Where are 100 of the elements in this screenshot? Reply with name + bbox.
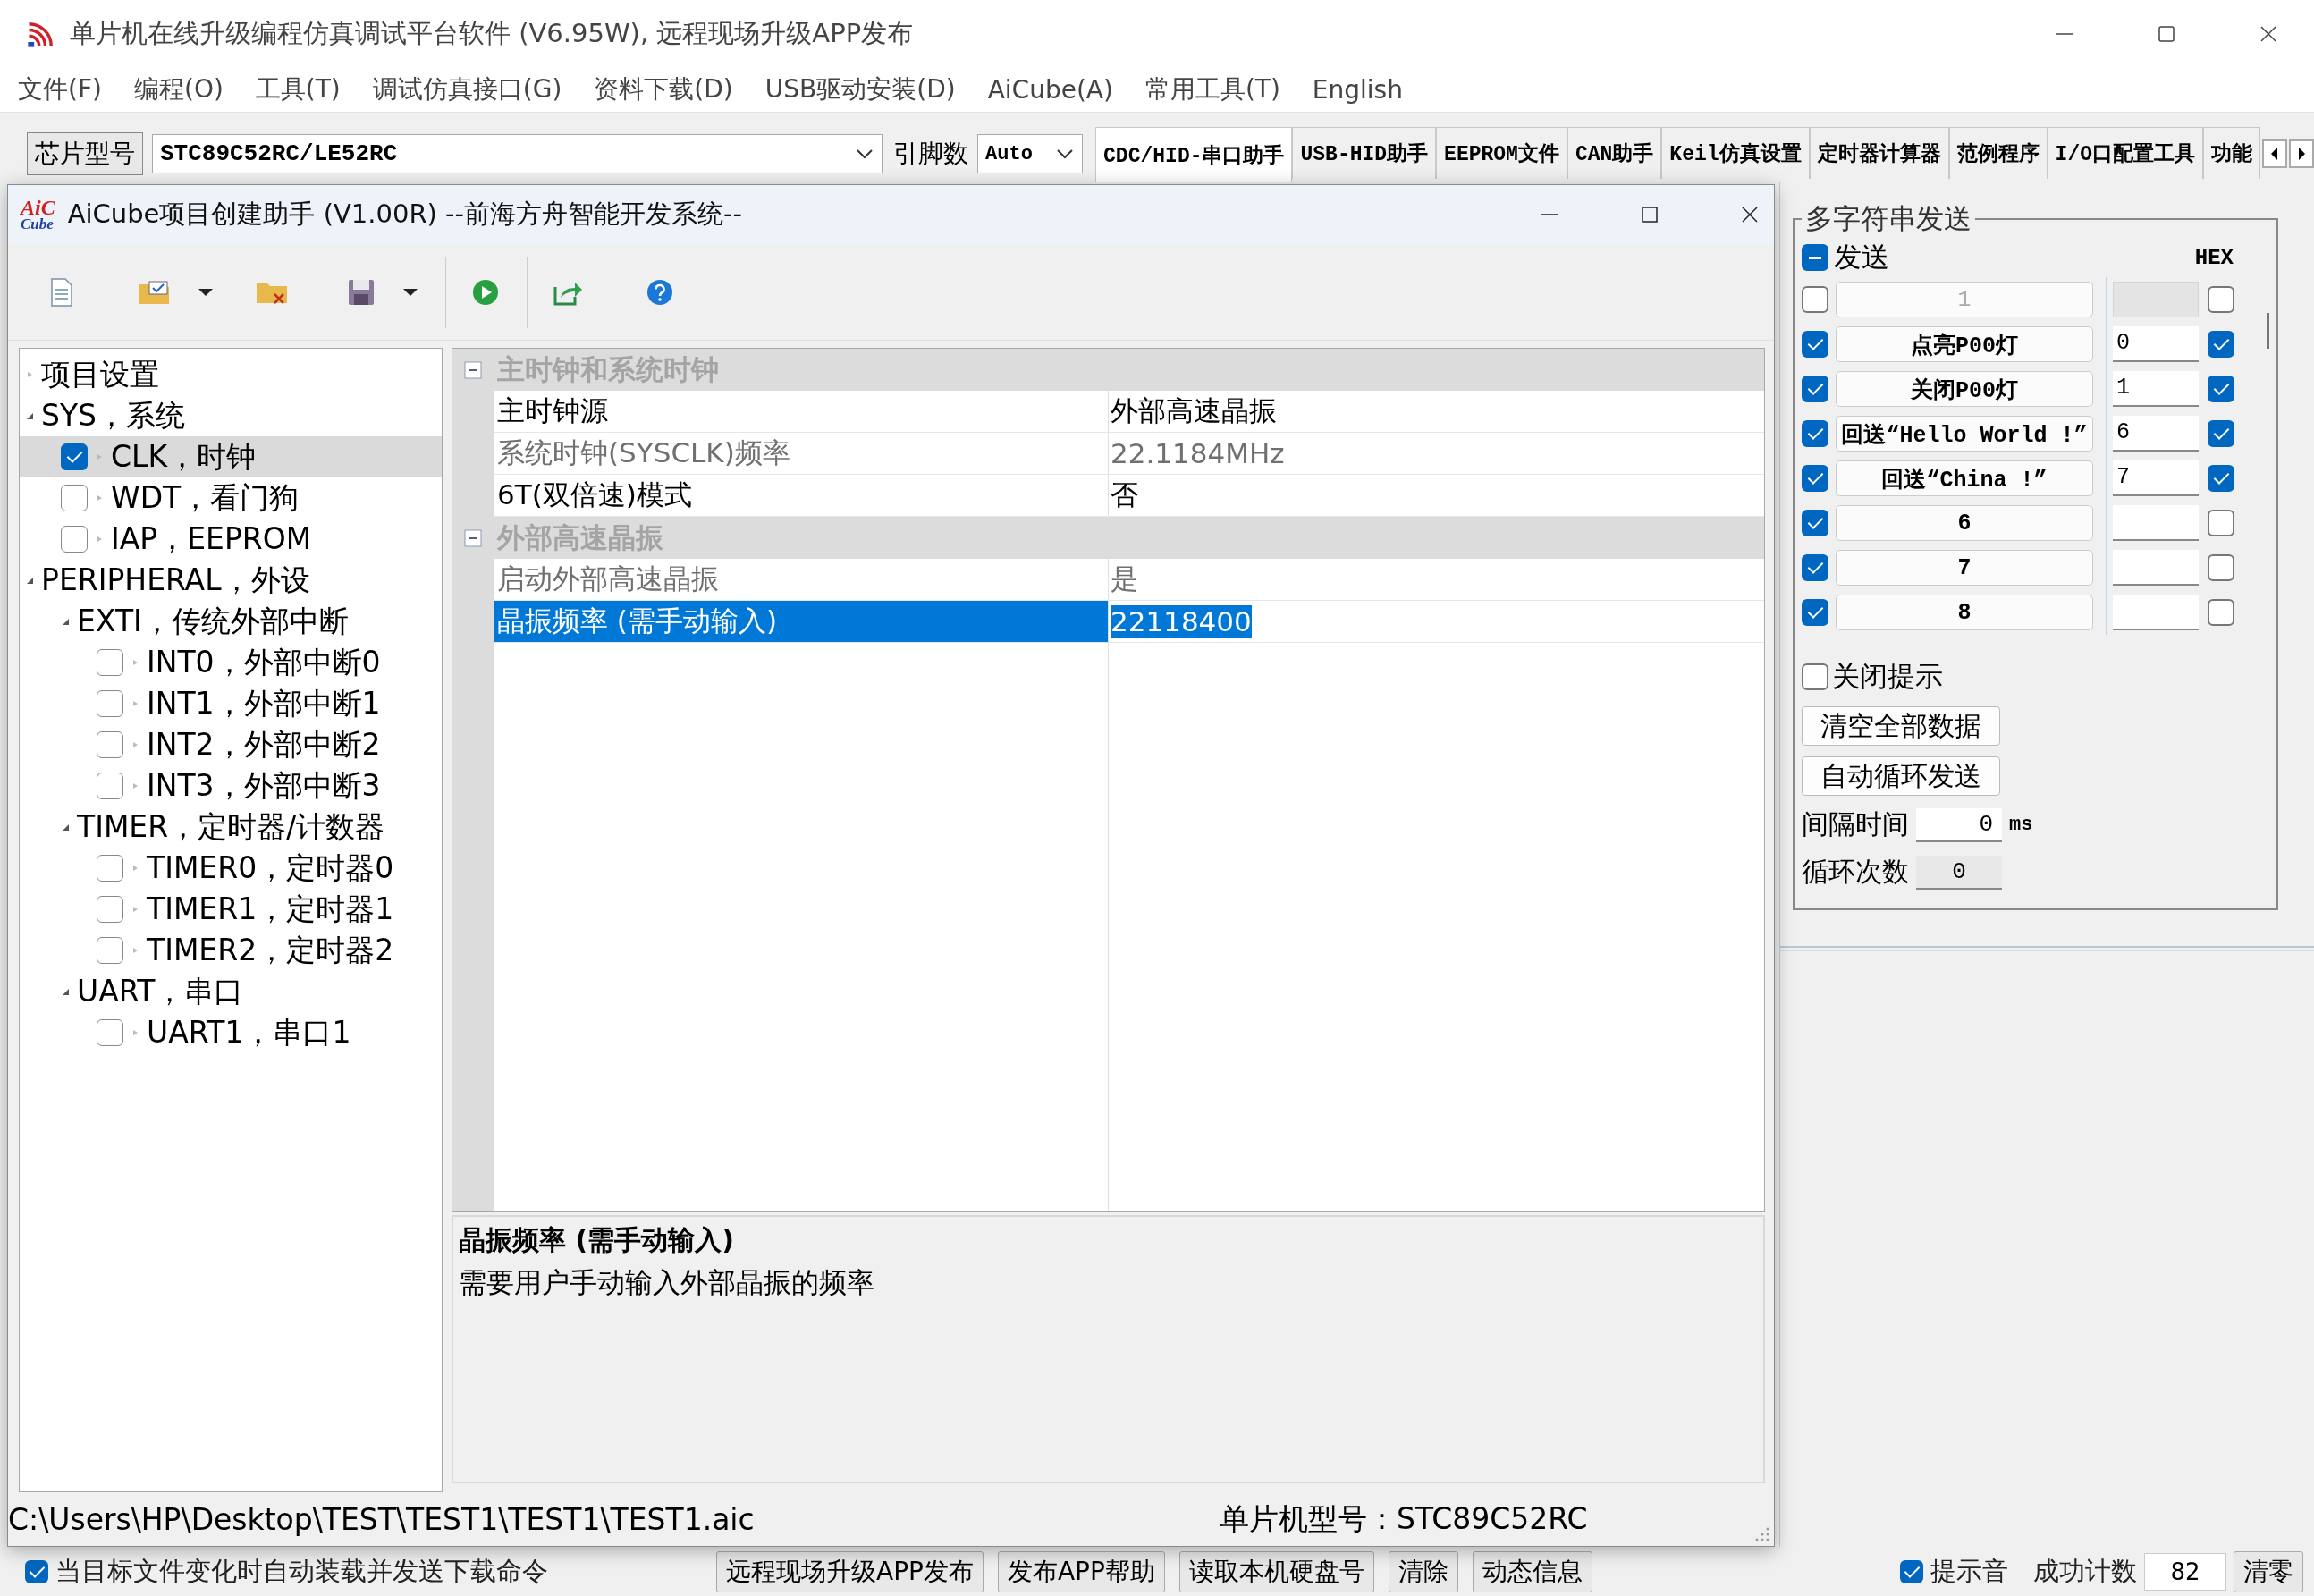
property-value[interactable]: 22118400 <box>1111 605 1252 638</box>
hex-checkbox[interactable] <box>2208 599 2234 626</box>
maximize-icon[interactable] <box>1640 205 1659 224</box>
menu-item[interactable]: 工具(T) <box>255 72 341 106</box>
expanded-arrow-icon[interactable] <box>61 617 70 626</box>
send-string-button[interactable]: 回送“China !” <box>1836 460 2093 496</box>
expanded-arrow-icon[interactable] <box>61 823 70 832</box>
checkbox[interactable] <box>25 1559 48 1583</box>
chip-dropdown[interactable]: STC89C52RC/LE52RC <box>152 134 883 173</box>
tree-item[interactable]: TIMER，定时器/计数器 <box>20 806 442 848</box>
checkbox[interactable] <box>97 855 123 882</box>
tree-item[interactable]: UART1，串口1 <box>20 1012 442 1053</box>
send-string-button[interactable]: 点亮P00灯 <box>1836 326 2093 362</box>
checkbox[interactable] <box>1802 663 1828 690</box>
tab[interactable]: EEPROM文件 <box>1436 127 1567 179</box>
tree-item[interactable]: SYS，系统 <box>20 395 442 436</box>
input-field[interactable] <box>2113 595 2199 630</box>
checkbox[interactable] <box>61 485 88 511</box>
play-icon[interactable] <box>471 277 500 307</box>
checkbox[interactable] <box>1802 599 1828 626</box>
checkbox[interactable] <box>1802 465 1828 492</box>
send-string-button[interactable]: 回送“Hello World !” <box>1836 416 2093 452</box>
tree-item[interactable]: INT0，外部中断0 <box>20 642 442 683</box>
resize-grip-icon[interactable] <box>1754 1526 1770 1542</box>
hex-checkbox[interactable] <box>2208 465 2234 492</box>
tree-item[interactable]: INT3，外部中断3 <box>20 765 442 806</box>
checkbox[interactable] <box>97 731 123 758</box>
action-button[interactable]: 动态信息 <box>1472 1550 1592 1592</box>
send-string-button[interactable]: 关闭P00灯 <box>1836 371 2093 407</box>
input-field[interactable] <box>2113 550 2199 586</box>
collapse-icon[interactable] <box>464 528 482 547</box>
checkbox[interactable] <box>1802 244 1828 271</box>
input-field[interactable]: 0 <box>2113 326 2199 362</box>
send-string-button[interactable]: 6 <box>1836 505 2093 541</box>
close-icon[interactable] <box>2259 23 2278 44</box>
tree-item[interactable]: WDT，看门狗 <box>20 477 442 519</box>
menu-item[interactable]: 调试仿真接口(G) <box>372 72 562 106</box>
tree-item[interactable]: IAP，EEPROM <box>20 519 442 560</box>
property-name[interactable]: 主时钟源 <box>494 391 1109 433</box>
input-field[interactable]: 1 <box>2113 371 2199 407</box>
tree-item[interactable]: INT2，外部中断2 <box>20 724 442 765</box>
checkbox[interactable] <box>97 1019 123 1046</box>
tree-item[interactable]: EXTI，传统外部中断 <box>20 601 442 642</box>
property-name[interactable]: 系统时钟(SYSCLK)频率 <box>494 433 1109 475</box>
menu-item[interactable]: 常用工具(T) <box>1144 72 1280 106</box>
tab[interactable]: 范例程序 <box>1948 127 2048 179</box>
menu-item[interactable]: 编程(O) <box>133 72 224 106</box>
scrollbar-thumb[interactable] <box>2267 313 2269 349</box>
expanded-arrow-icon[interactable] <box>61 987 70 996</box>
tab[interactable]: CDC/HID-串口助手 <box>1095 127 1293 182</box>
menu-item[interactable]: 资料下载(D) <box>594 72 733 106</box>
action-button[interactable]: 发布APP帮助 <box>997 1550 1165 1592</box>
property-value[interactable]: 否 <box>1111 477 1138 514</box>
hex-checkbox[interactable] <box>2208 331 2234 358</box>
checkbox[interactable] <box>1802 554 1828 581</box>
property-value[interactable]: 外部高速晶振 <box>1111 393 1277 430</box>
property-value[interactable]: 22.1184MHz <box>1111 437 1285 469</box>
interval-field[interactable]: 0 <box>1916 807 2002 842</box>
caret-icon[interactable] <box>402 287 418 297</box>
tab[interactable]: I/O口配置工具 <box>2047 127 2203 179</box>
action-button[interactable]: 清空全部数据 <box>1802 706 2000 746</box>
hex-checkbox[interactable] <box>2208 554 2234 581</box>
tree-item[interactable]: 项目设置 <box>20 354 442 395</box>
checkbox[interactable] <box>1900 1559 1923 1583</box>
tab[interactable]: USB-HID助手 <box>1292 127 1437 179</box>
folder-check-icon[interactable] <box>137 278 171 306</box>
action-button[interactable]: 清除 <box>1388 1550 1458 1592</box>
expanded-arrow-icon[interactable] <box>25 576 34 585</box>
checkbox[interactable] <box>97 773 123 799</box>
reset-button[interactable]: 清零 <box>2234 1550 2303 1592</box>
checkbox[interactable] <box>1802 331 1828 358</box>
tree-item[interactable]: TIMER2，定时器2 <box>20 930 442 971</box>
tree-item[interactable]: TIMER0，定时器0 <box>20 848 442 889</box>
checkbox[interactable] <box>97 649 123 676</box>
checkbox[interactable] <box>1802 510 1828 536</box>
tree-item[interactable]: INT1，外部中断1 <box>20 683 442 724</box>
menu-item[interactable]: USB驱动安装(D) <box>764 72 956 106</box>
tree-item[interactable]: PERIPHERAL，外设 <box>20 560 442 601</box>
checkbox[interactable] <box>1802 420 1828 447</box>
action-button[interactable]: 远程现场升级APP发布 <box>716 1550 984 1592</box>
action-button[interactable]: 自动循环发送 <box>1802 756 2000 796</box>
menu-item[interactable]: English <box>1312 74 1403 105</box>
tree-item[interactable]: UART，串口 <box>20 971 442 1012</box>
send-string-button[interactable]: 8 <box>1836 595 2093 630</box>
maximize-icon[interactable] <box>2157 23 2176 44</box>
hex-checkbox[interactable] <box>2208 376 2234 402</box>
property-name[interactable]: 晶振频率 (需手动输入) <box>494 601 1109 643</box>
tab[interactable]: CAN助手 <box>1567 127 1662 179</box>
close-icon[interactable] <box>1740 205 1760 224</box>
help-icon[interactable] <box>646 277 674 307</box>
hex-checkbox[interactable] <box>2208 510 2234 536</box>
save-icon[interactable] <box>347 277 376 307</box>
right-arrow-icon[interactable] <box>2289 139 2314 168</box>
checkbox[interactable] <box>97 690 123 717</box>
tab[interactable]: 定时器计算器 <box>1809 127 1949 179</box>
chip-type-button[interactable]: 芯片型号 <box>27 132 143 175</box>
checkbox[interactable] <box>61 443 88 470</box>
property-value[interactable]: 是 <box>1111 561 1138 598</box>
hex-checkbox[interactable] <box>2208 420 2234 447</box>
checkbox[interactable] <box>97 896 123 923</box>
